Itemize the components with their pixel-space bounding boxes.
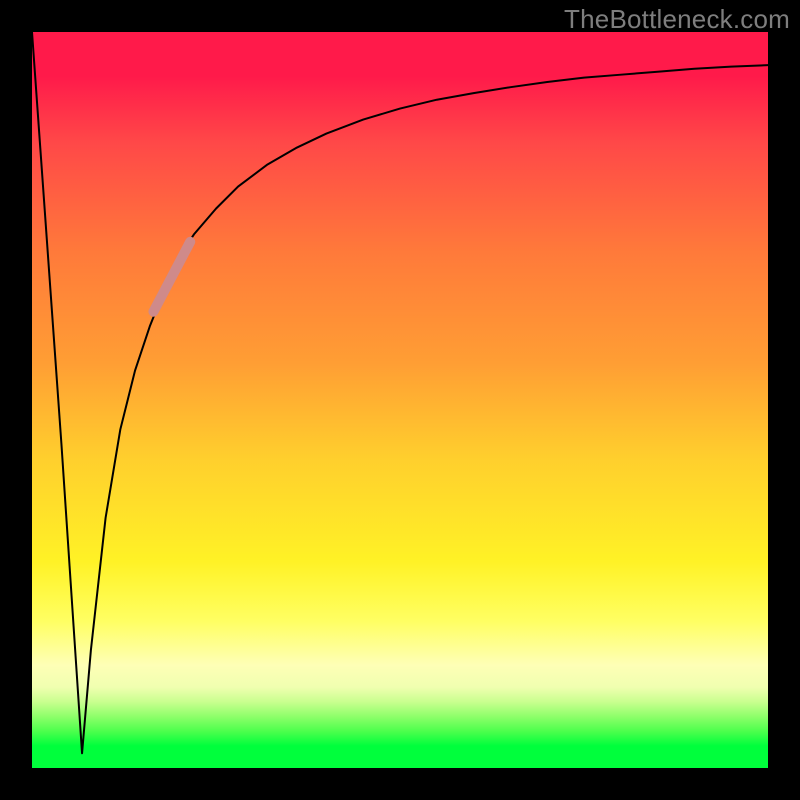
plot-area [32, 32, 768, 768]
chart-frame: TheBottleneck.com [0, 0, 800, 800]
curve-layer [32, 32, 768, 768]
highlight-segment [153, 242, 190, 312]
bottleneck-curve [32, 32, 768, 753]
watermark-text: TheBottleneck.com [564, 4, 790, 35]
